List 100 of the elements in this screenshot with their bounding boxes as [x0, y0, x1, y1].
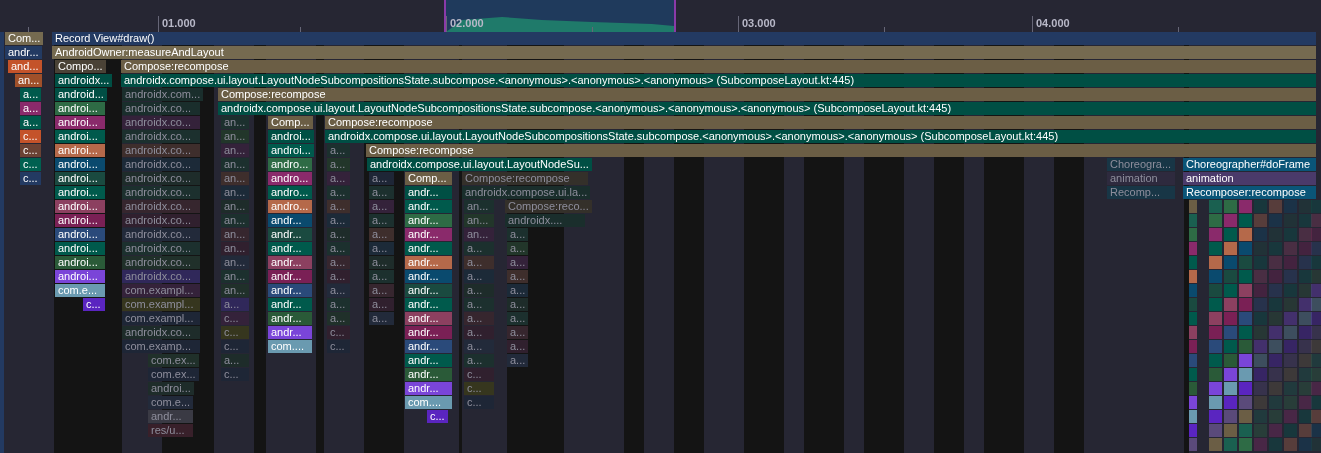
flame-frame[interactable]: a... — [464, 326, 494, 339]
flame-frame[interactable]: andr... — [268, 214, 312, 227]
flame-frame[interactable]: Compo... — [55, 60, 106, 73]
flame-frame[interactable]: androi... — [55, 242, 105, 255]
flame-frame[interactable]: androidx... — [55, 74, 113, 87]
flame-frame[interactable]: androi... — [268, 130, 314, 143]
flame-frame[interactable]: a... — [464, 242, 494, 255]
flame-frame[interactable]: a... — [369, 270, 394, 283]
flame-frame[interactable]: a... — [327, 312, 350, 325]
flame-frame[interactable]: a... — [20, 102, 42, 115]
flame-frame[interactable]: com.examp... — [122, 340, 200, 353]
flame-frame[interactable]: androidx.co... — [122, 214, 200, 227]
flame-frame[interactable]: a... — [507, 326, 529, 339]
flame-frame[interactable]: a... — [369, 228, 394, 241]
flame-frame[interactable]: a... — [464, 256, 494, 269]
flame-frame[interactable]: androidx.co... — [122, 242, 200, 255]
flame-frame[interactable]: androi... — [148, 382, 194, 395]
flame-frame[interactable]: androidx.co... — [122, 270, 200, 283]
flame-frame[interactable]: com.... — [268, 340, 312, 353]
flame-frame[interactable]: andr... — [268, 326, 312, 339]
flame-frame[interactable]: andr... — [405, 284, 452, 297]
flame-frame[interactable]: an... — [221, 214, 249, 227]
flame-frame[interactable]: an... — [221, 242, 249, 255]
flame-frame[interactable]: Compose:recompose — [218, 88, 1316, 101]
flame-frame[interactable]: andr... — [405, 298, 452, 311]
flame-frame[interactable]: c... — [83, 298, 105, 311]
flame-frame[interactable]: andr... — [268, 284, 312, 297]
selection-range[interactable] — [444, 0, 676, 32]
flame-frame[interactable]: Comp... — [268, 116, 313, 129]
flame-frame[interactable]: androidx.co... — [122, 186, 200, 199]
flame-frame[interactable]: androi... — [55, 200, 105, 213]
flame-frame[interactable]: c... — [327, 340, 350, 353]
flame-frame[interactable]: a... — [327, 298, 350, 311]
flame-frame[interactable]: an... — [15, 74, 43, 87]
flame-frame[interactable]: androi... — [55, 256, 105, 269]
flame-frame[interactable]: Record View#draw() — [52, 32, 1316, 45]
flame-frame[interactable]: Choreogra... — [1107, 158, 1175, 171]
flame-frame[interactable]: a... — [369, 200, 394, 213]
flame-frame[interactable]: a... — [464, 298, 494, 311]
flame-frame[interactable]: andr... — [405, 256, 452, 269]
flame-frame[interactable]: andr... — [405, 326, 452, 339]
flame-frame[interactable]: androidx.co... — [122, 172, 200, 185]
flame-frame[interactable]: andr... — [405, 312, 452, 325]
flame-frame[interactable]: c... — [221, 368, 249, 381]
flame-frame[interactable]: c... — [464, 382, 494, 395]
flame-frame[interactable]: androidx.compose.ui.la... — [462, 186, 591, 199]
flame-frame[interactable]: com.... — [405, 396, 452, 409]
flame-frame[interactable]: a... — [20, 116, 42, 129]
flame-frame[interactable]: com.e... — [148, 396, 194, 409]
flame-frame[interactable]: a... — [464, 354, 494, 367]
flame-frame[interactable]: a... — [507, 354, 529, 367]
flame-frame[interactable]: a... — [20, 88, 42, 101]
flame-frame[interactable]: an... — [464, 214, 494, 227]
flame-frame[interactable]: Compose:recompose — [462, 172, 588, 185]
flame-frame[interactable]: androidx.co... — [122, 200, 200, 213]
flame-frame[interactable]: a... — [327, 214, 350, 227]
flame-frame[interactable]: androidx.co... — [122, 256, 200, 269]
flame-frame[interactable]: androi... — [55, 214, 105, 227]
flame-frame[interactable]: androidx.co... — [122, 130, 200, 143]
flame-frame[interactable]: an... — [221, 228, 249, 241]
flame-frame[interactable]: androi... — [55, 144, 105, 157]
flame-frame[interactable]: an... — [221, 116, 249, 129]
flame-frame[interactable]: a... — [369, 284, 394, 297]
flame-frame[interactable]: andr... — [405, 242, 452, 255]
flame-frame[interactable]: androi... — [55, 228, 105, 241]
flame-frame[interactable]: animation — [1107, 172, 1175, 185]
flame-frame[interactable]: a... — [464, 340, 494, 353]
flame-frame[interactable]: c... — [221, 326, 249, 339]
flame-frame[interactable]: an... — [221, 270, 249, 283]
flame-frame[interactable]: andr... — [405, 214, 452, 227]
flame-frame[interactable]: and... — [8, 60, 42, 73]
flame-frame[interactable]: a... — [464, 312, 494, 325]
flame-frame[interactable]: androi... — [268, 144, 314, 157]
flame-frame[interactable]: androidx.co... — [122, 144, 200, 157]
flame-frame[interactable]: a... — [327, 144, 350, 157]
flame-frame[interactable]: an... — [221, 144, 249, 157]
flame-frame[interactable]: andr... — [405, 200, 452, 213]
flame-frame[interactable]: andr... — [405, 354, 452, 367]
flame-frame[interactable]: Choreographer#doFrame — [1183, 158, 1316, 171]
flame-frame[interactable]: c... — [20, 144, 41, 157]
flame-frame[interactable]: andro... — [268, 200, 312, 213]
flame-frame[interactable]: a... — [507, 228, 529, 241]
flame-frame[interactable]: com.ex... — [148, 354, 199, 367]
flame-frame[interactable]: andro... — [268, 172, 312, 185]
flame-frame[interactable]: an... — [464, 228, 494, 241]
flame-frame[interactable]: a... — [507, 312, 529, 325]
flame-frame[interactable]: a... — [327, 158, 350, 171]
flame-frame[interactable]: Compose:recompose — [121, 60, 1316, 73]
flame-frame[interactable]: andr... — [405, 270, 452, 283]
flame-frame[interactable]: a... — [507, 256, 529, 269]
flame-frame[interactable]: andr... — [405, 340, 452, 353]
flame-frame[interactable]: a... — [369, 256, 394, 269]
flame-frame[interactable]: androi... — [55, 102, 105, 115]
flame-frame[interactable]: com.e... — [55, 284, 105, 297]
flame-frame[interactable]: andr... — [268, 242, 312, 255]
flame-frame[interactable]: a... — [507, 270, 529, 283]
flame-frame[interactable]: Compose:recompose — [325, 116, 1316, 129]
flame-frame[interactable]: androidx.co... — [122, 228, 200, 241]
flame-frame[interactable]: Compose:reco... — [505, 200, 592, 213]
flame-frame[interactable]: andr... — [268, 270, 312, 283]
